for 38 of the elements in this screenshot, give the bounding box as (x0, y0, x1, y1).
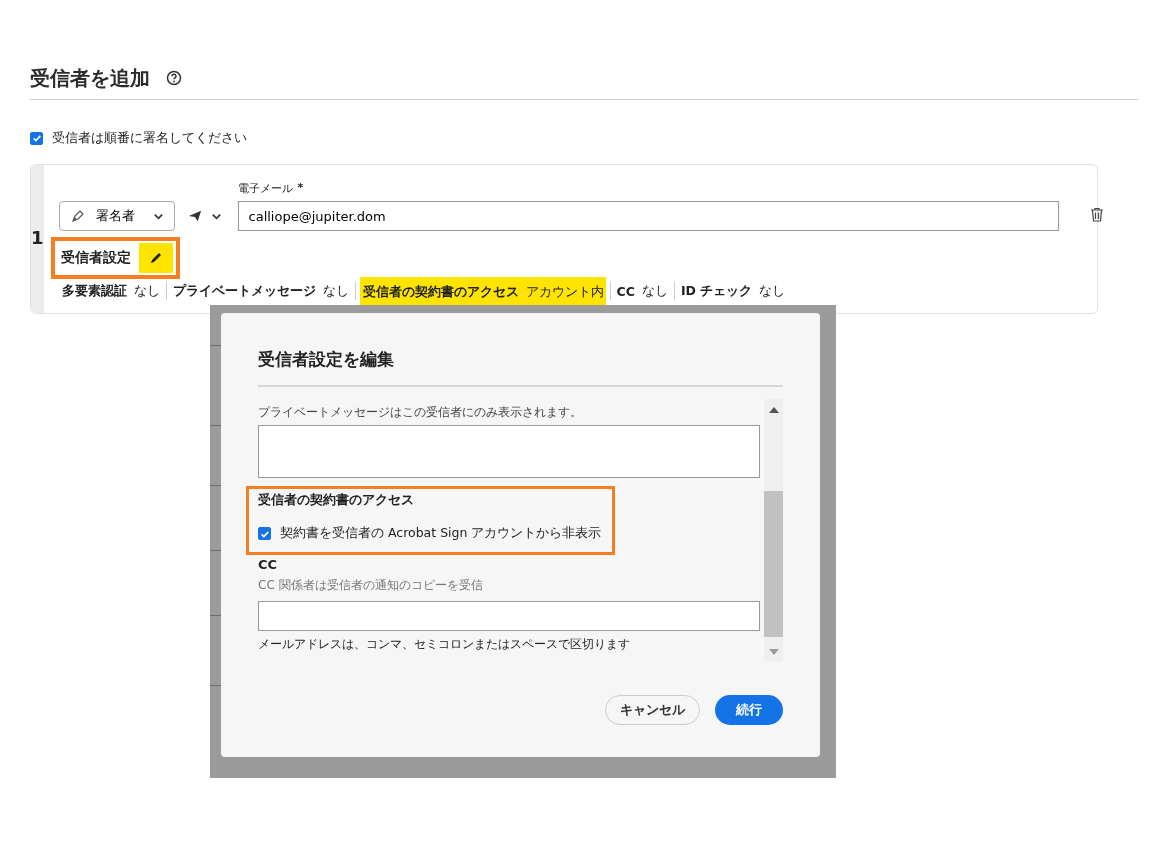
pen-icon (69, 208, 86, 224)
edit-button[interactable] (138, 243, 173, 273)
help-icon[interactable] (166, 70, 182, 86)
setting-value: なし (759, 282, 786, 300)
cc-heading: CC (258, 557, 279, 572)
setting-value: なし (322, 282, 349, 300)
checkbox-label: 契約書を受信者の Acrobat Sign アカウントから非表示 (280, 525, 602, 542)
setting-name: 受信者の契約書のアクセス (362, 283, 519, 301)
email-label: 電子メール (237, 181, 293, 196)
cc-note: メールアドレスは、コンマ、セミコロンまたはスペースで区切ります (258, 636, 631, 653)
recipient-number: 1 (31, 165, 44, 313)
scroll-up-icon[interactable] (768, 407, 779, 413)
cc-email-field[interactable] (258, 601, 761, 631)
setting-value: なし (133, 282, 160, 300)
setting-name: ID チェック (680, 282, 753, 300)
setting-value: なし (641, 282, 668, 300)
access-heading: 受信者の契約書のアクセス (258, 492, 415, 509)
role-dropdown[interactable]: 署名者 (58, 201, 175, 231)
continue-button[interactable]: 続行 (715, 695, 783, 725)
required-mark: * (297, 181, 304, 196)
private-message-field[interactable] (258, 425, 761, 478)
private-message-hint: プライベートメッセージはこの受信者にのみ表示されます。 (258, 404, 583, 421)
cancel-button[interactable]: キャンセル (605, 695, 700, 725)
checkbox[interactable] (258, 527, 271, 540)
trash-icon[interactable] (1088, 206, 1105, 223)
checkbox[interactable] (30, 131, 43, 145)
setting-name: CC (616, 283, 635, 299)
setting-value: アカウント内 (525, 283, 604, 301)
dialog-title: 受信者設定を編集 (258, 349, 395, 371)
scrollbar[interactable] (764, 399, 783, 661)
setting-name: 多要素認証 (61, 282, 127, 300)
page-title: 受信者を追加 (30, 64, 150, 92)
scroll-down-icon[interactable] (768, 649, 779, 655)
recipient-settings-label: 受信者設定 (60, 249, 131, 267)
checkbox-label: 受信者は順番に署名してください (52, 129, 247, 147)
setting-name: プライベートメッセージ (172, 282, 316, 300)
cc-hint: CC 関係者は受信者の通知のコピーを受信 (258, 577, 484, 594)
email-field[interactable]: calliope@jupiter.dom (237, 201, 1059, 231)
